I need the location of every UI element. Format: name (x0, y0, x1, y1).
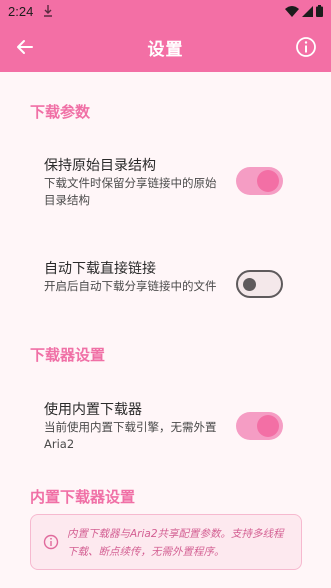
setting-title-builtin-downloader: 使用内置下载器 (44, 402, 142, 418)
back-arrow-icon[interactable] (14, 36, 36, 58)
toggle-knob (257, 170, 279, 192)
auto-direct-toggle[interactable] (236, 270, 283, 298)
status-time: 2:24 (8, 3, 34, 19)
keep-structure-toggle[interactable] (236, 167, 283, 195)
builtin-downloader-toggle[interactable] (236, 412, 283, 440)
setting-title-keep-structure: 保持原始目录结构 (44, 158, 156, 174)
signal-icon (302, 5, 313, 17)
section-title-downloader-settings: 下载器设置 (30, 346, 106, 364)
setting-desc-keep-structure: 下载文件时保留分享链接中的原始目录结构 (44, 176, 217, 207)
info-notice-text: 内置下载器与Aria2共享配置参数。支持多线程下载、断点续传，无需外置程序。 (67, 528, 284, 558)
setting-desc-auto-direct: 开启后自动下载分享链接中的文件 (44, 279, 217, 293)
section-title-builtin-downloader-settings: 内置下载器设置 (30, 488, 136, 506)
setting-desc-builtin-downloader: 当前使用内置下载引擎，无需外置Aria2 (44, 420, 217, 451)
section-title-download-params: 下载参数 (30, 103, 91, 121)
info-notice: 内置下载器与Aria2共享配置参数。支持多线程下载、断点续传，无需外置程序。 (30, 514, 302, 570)
info-circle-icon (43, 534, 59, 550)
wifi-icon (285, 5, 299, 17)
page-title: 设置 (147, 39, 184, 60)
setting-title-auto-direct: 自动下载直接链接 (44, 261, 156, 277)
app-bar: 设置 (0, 22, 331, 72)
download-notification-icon (43, 5, 53, 17)
status-icons (285, 5, 323, 17)
toggle-knob (243, 278, 256, 291)
battery-icon (316, 5, 323, 17)
toggle-knob (257, 415, 279, 437)
info-icon[interactable] (295, 36, 317, 58)
status-bar: 2:24 (0, 0, 331, 22)
